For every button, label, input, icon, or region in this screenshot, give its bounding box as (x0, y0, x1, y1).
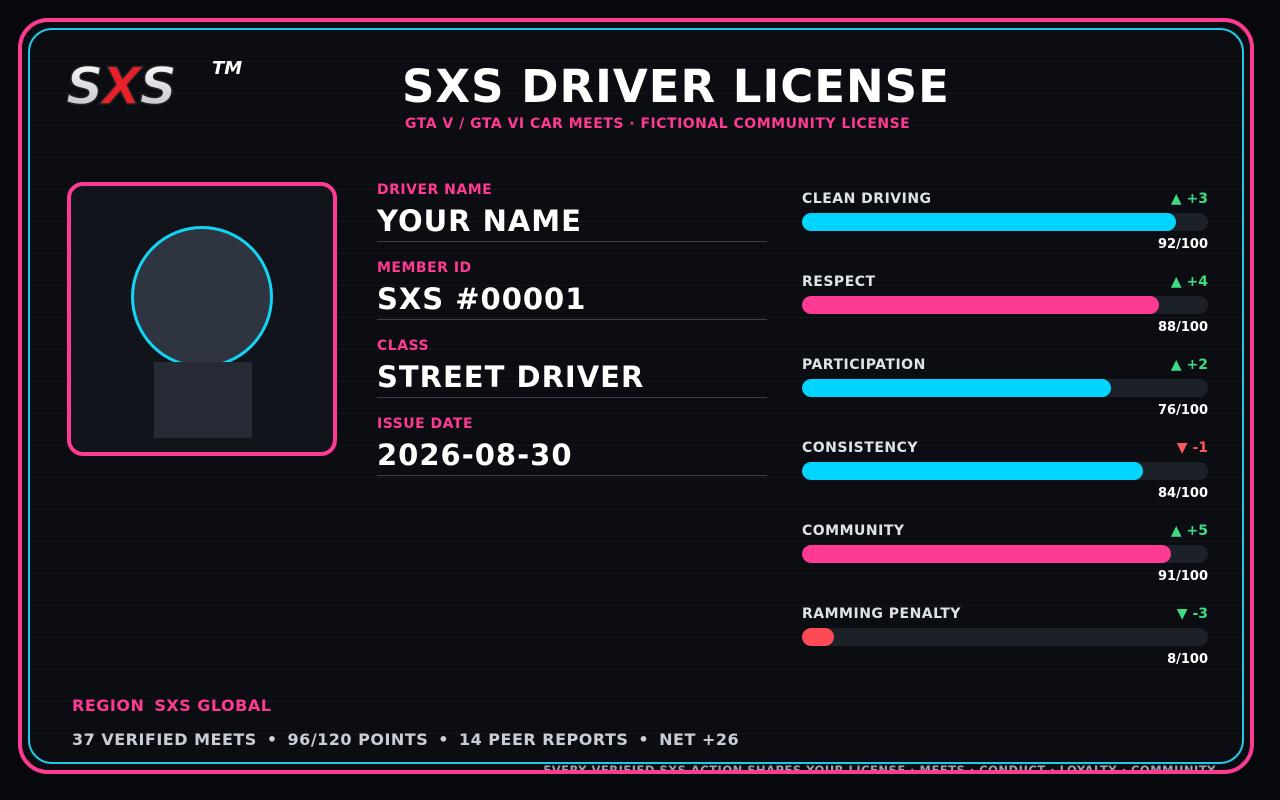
summary-net: NET +26 (659, 730, 740, 749)
stat-bar (802, 296, 1208, 314)
summary-separator: • (266, 730, 278, 749)
stat-respect: RESPECT ▲ +4 88/100 (802, 274, 1208, 354)
stat-bar (802, 545, 1208, 563)
stat-score: 92/100 (1158, 237, 1208, 252)
field-member-id: MEMBER ID SXS #00001 (377, 260, 767, 320)
stat-delta: ▲ +4 (1170, 274, 1208, 290)
footer-tagline: EVERY VERIFIED SXS ACTION SHAPES YOUR LI… (543, 763, 1216, 774)
stat-delta: ▲ +2 (1170, 357, 1208, 373)
stat-delta: ▼ -1 (1176, 440, 1208, 456)
stat-bar (802, 213, 1208, 231)
license-card: SXS TM SXS DRIVER LICENSE GTA V / GTA VI… (18, 18, 1254, 774)
logo-text: SXS (66, 57, 175, 112)
stat-name: CONSISTENCY (802, 440, 919, 456)
stat-bar-fill (802, 462, 1144, 480)
field-label: CLASS (377, 338, 430, 354)
stat-bar-fill (802, 296, 1160, 314)
stat-delta: ▲ +3 (1170, 191, 1208, 207)
stat-name: CLEAN DRIVING (802, 191, 932, 207)
summary-separator: • (438, 730, 449, 749)
stat-bar-fill (802, 379, 1111, 397)
stat-participation: PARTICIPATION ▲ +2 76/100 (802, 357, 1208, 437)
avatar-body (154, 362, 252, 438)
field-label: DRIVER NAME (377, 182, 493, 198)
logo-trademark: TM (212, 58, 242, 79)
stat-bar (802, 462, 1208, 480)
summary-points: 96/120 POINTS (287, 730, 429, 749)
stat-name: RESPECT (802, 274, 876, 290)
page-subtitle: GTA V / GTA VI CAR MEETS · FICTIONAL COM… (405, 116, 911, 132)
stat-consistency: CONSISTENCY ▼ -1 84/100 (802, 440, 1208, 520)
summary-reports: 14 PEER REPORTS (458, 730, 629, 749)
stat-community: COMMUNITY ▲ +5 91/100 (802, 523, 1208, 603)
field-label: ISSUE DATE (377, 416, 474, 432)
stat-delta: ▼ -3 (1176, 606, 1208, 622)
page-title: SXS DRIVER LICENSE (402, 60, 950, 113)
stat-bar-fill (802, 213, 1176, 231)
stat-name: COMMUNITY (802, 523, 905, 539)
summary-separator: • (638, 730, 650, 749)
stat-ramming-penalty: RAMMING PENALTY ▼ -3 8/100 (802, 606, 1208, 686)
stat-delta: ▲ +5 (1170, 523, 1208, 539)
field-driver-name: DRIVER NAME YOUR NAME (377, 182, 767, 242)
summary-meets: 37 VERIFIED MEETS (72, 730, 257, 749)
stat-score: 8/100 (1167, 652, 1208, 667)
field-label: MEMBER ID (377, 260, 472, 276)
summary-line: 37 VERIFIED MEETS • 96/120 POINTS • 14 PEER … (72, 730, 739, 749)
stat-bar-fill (802, 628, 835, 646)
driver-photo-placeholder[interactable] (67, 182, 337, 456)
stat-name: PARTICIPATION (802, 357, 926, 373)
class-value: STREET DRIVER (377, 360, 767, 398)
field-class: CLASS STREET DRIVER (377, 338, 767, 398)
stat-score: 88/100 (1158, 320, 1208, 335)
stat-score: 91/100 (1158, 569, 1208, 584)
region-line: REGION SXS GLOBAL (72, 696, 281, 715)
avatar-head (131, 226, 273, 368)
stat-bar (802, 379, 1208, 397)
license-card-inner: SXS TM SXS DRIVER LICENSE GTA V / GTA VI… (28, 28, 1244, 770)
stat-bar-fill (802, 545, 1172, 563)
stat-name: RAMMING PENALTY (802, 606, 961, 622)
region-value: SXS GLOBAL (154, 696, 272, 715)
field-issue-date: ISSUE DATE 2026-08-30 (377, 416, 767, 476)
stat-bar (802, 628, 1208, 646)
member-id-value: SXS #00001 (377, 282, 767, 320)
driver-name-value: YOUR NAME (377, 204, 767, 242)
stat-score: 76/100 (1158, 403, 1208, 418)
sxs-logo: SXS TM (65, 56, 242, 112)
issue-date-value: 2026-08-30 (377, 438, 767, 476)
region-label: REGION (72, 696, 145, 715)
stat-score: 84/100 (1158, 486, 1208, 501)
stat-clean-driving: CLEAN DRIVING ▲ +3 92/100 (802, 191, 1208, 271)
